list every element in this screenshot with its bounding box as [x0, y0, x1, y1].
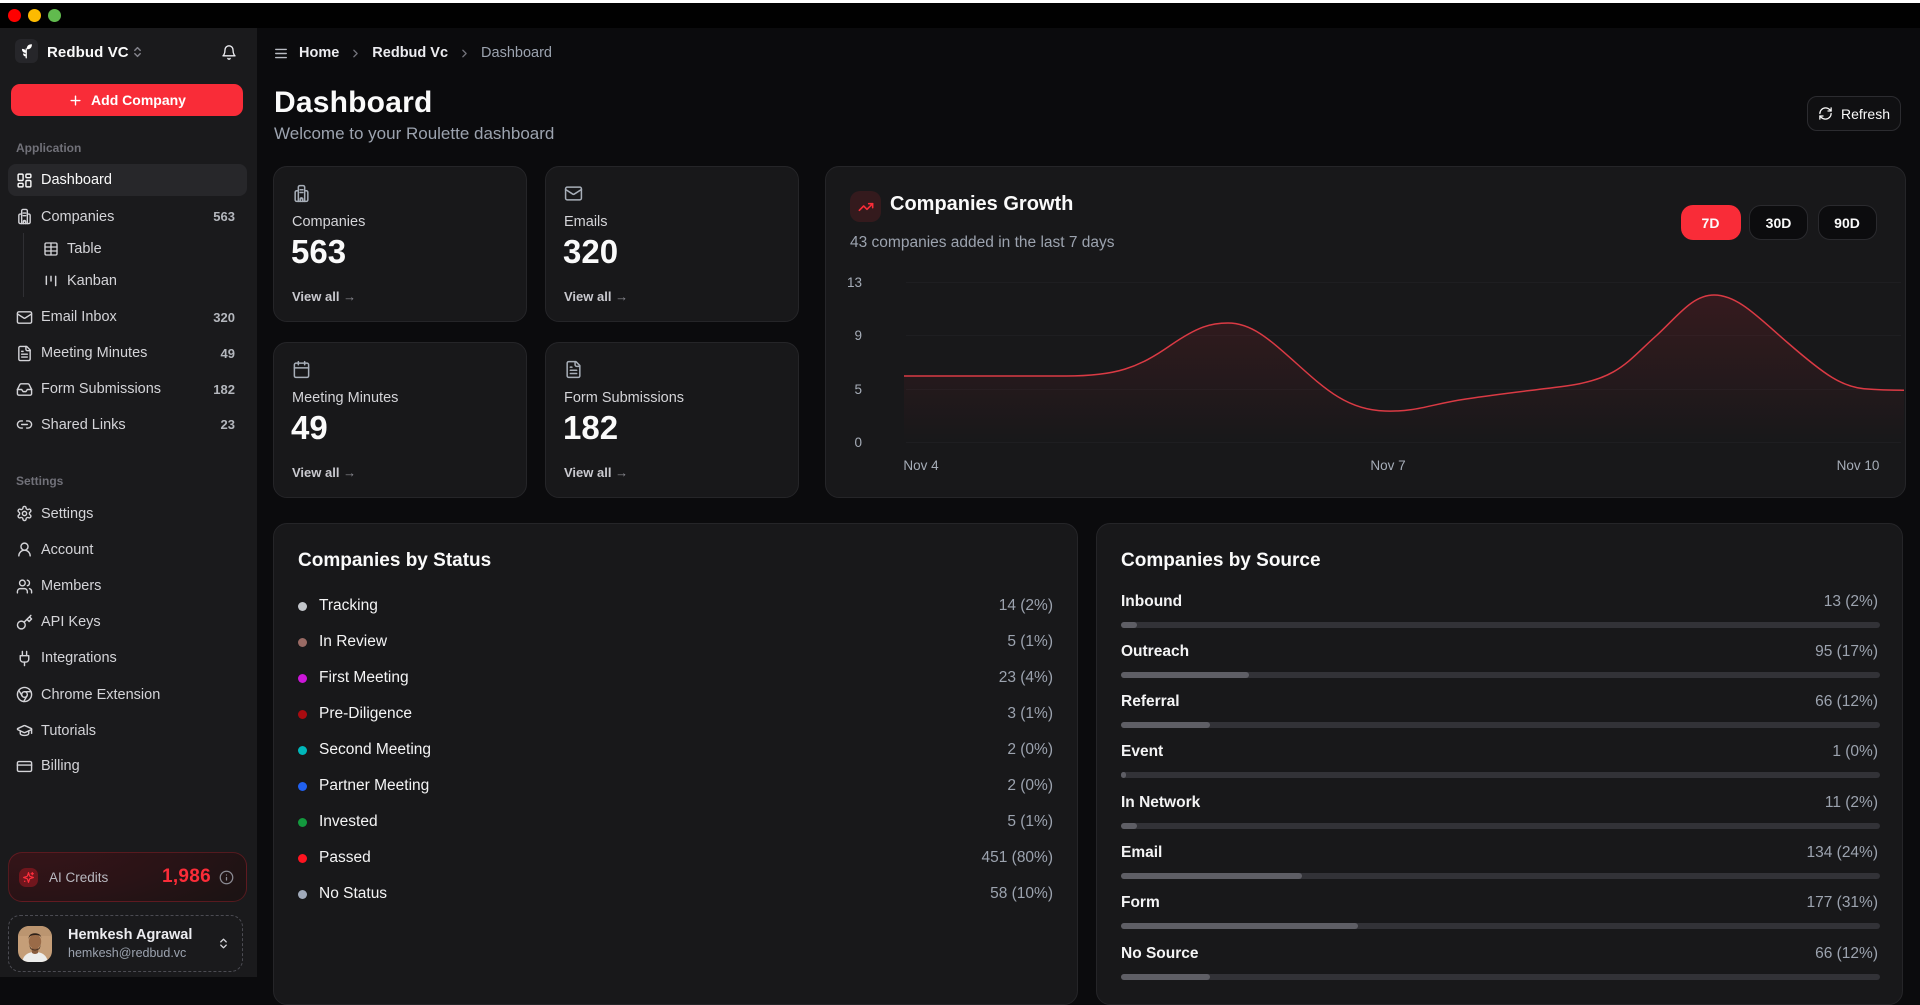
svg-text:5: 5: [854, 382, 862, 397]
svg-text:Nov 4: Nov 4: [903, 458, 939, 473]
svg-text:Nov 7: Nov 7: [1370, 458, 1405, 473]
svg-text:Nov 10: Nov 10: [1837, 458, 1880, 473]
svg-text:9: 9: [854, 328, 862, 343]
svg-text:0: 0: [854, 435, 862, 450]
svg-text:13: 13: [847, 275, 862, 290]
